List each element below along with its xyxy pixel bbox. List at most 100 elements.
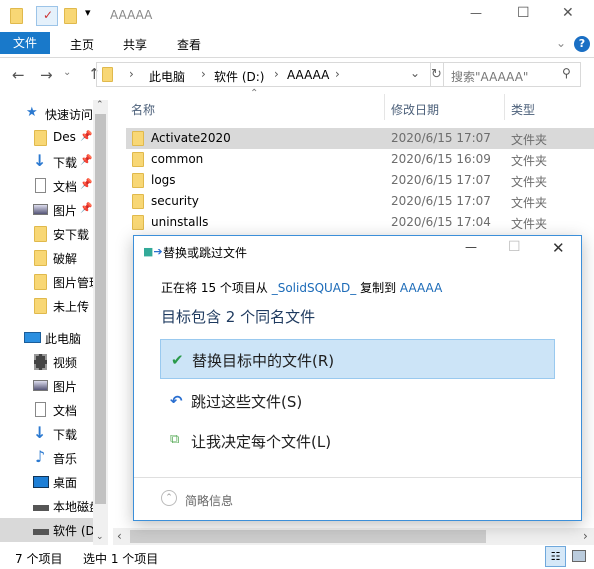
minimize-button[interactable]: — xyxy=(470,6,482,20)
nav-quick-item[interactable]: 安下载 xyxy=(0,222,93,246)
copy-description: 正在将 15 个项目从 _SolidSQUAD_ 复制到 AAAAA xyxy=(161,279,442,296)
nav-pc-item[interactable]: 文档 xyxy=(0,398,93,422)
dialog-close-button[interactable]: ✕ xyxy=(552,239,565,257)
pin-icon[interactable]: 📌 xyxy=(80,155,92,166)
column-date[interactable]: 修改日期 xyxy=(391,101,439,118)
folder-icon xyxy=(102,67,113,82)
pin-icon[interactable]: 📌 xyxy=(80,203,92,214)
nav-quick-item[interactable]: ↓ 下载 📌 xyxy=(0,150,93,174)
nav-quick-item[interactable]: 未上传 xyxy=(0,294,93,318)
copy-prefix: 正在将 15 个项目从 xyxy=(161,281,272,295)
folder-icon xyxy=(132,215,144,230)
source-link[interactable]: _SolidSQUAD_ xyxy=(272,281,357,295)
folder-icon xyxy=(132,131,144,146)
nav-quick-item[interactable]: 图片管理 xyxy=(0,270,93,294)
decide-each-option[interactable]: ⧉ 让我决定每个文件(L) xyxy=(160,421,555,461)
music-icon: ♪ xyxy=(35,447,46,466)
folder-icon xyxy=(34,250,47,266)
large-icons-view-button[interactable] xyxy=(572,550,586,562)
desktop-icon xyxy=(33,476,49,488)
nav-scrollbar[interactable]: ⌃ ⌄ xyxy=(93,100,108,545)
address-bar[interactable]: › 此电脑 › 软件 (D:) › AAAAA › ⌄ xyxy=(96,62,431,87)
file-row[interactable]: logs 2020/6/15 17:07 文件夹 xyxy=(126,170,594,191)
dialog-minimize-button[interactable]: — xyxy=(465,240,477,254)
file-row[interactable]: uninstalls 2020/6/15 17:04 文件夹 xyxy=(126,212,594,233)
close-button[interactable]: ✕ xyxy=(562,5,574,21)
search-input[interactable]: 搜索"AAAAA" ⚲ xyxy=(443,62,581,87)
window-title: AAAAA xyxy=(110,8,153,22)
nav-quick-item[interactable]: 图片 📌 xyxy=(0,198,93,222)
folder-icon xyxy=(34,298,47,314)
file-row[interactable]: Activate2020 2020/6/15 17:07 文件夹 xyxy=(126,128,594,149)
nav-quick-item[interactable]: 破解 xyxy=(0,246,93,270)
fewer-details-button[interactable]: 简略信息 xyxy=(185,492,233,509)
folder-icon xyxy=(132,152,144,167)
conflict-heading: 目标包含 2 个同名文件 xyxy=(161,308,316,326)
breadcrumb-this-pc[interactable]: 此电脑 xyxy=(149,68,185,85)
back-button[interactable]: ← xyxy=(12,66,25,84)
checkmark-icon: ✔ xyxy=(171,351,184,369)
details-view-button[interactable]: ☷ xyxy=(545,546,566,567)
dialog-maximize-button: ☐ xyxy=(508,239,521,255)
nav-quick-access[interactable]: ★ 快速访问 xyxy=(0,102,93,126)
dest-link[interactable]: AAAAA xyxy=(400,281,442,295)
maximize-button[interactable]: ☐ xyxy=(517,5,530,21)
collapse-icon[interactable]: ⌃ xyxy=(161,490,177,506)
pin-icon[interactable]: 📌 xyxy=(80,131,92,142)
refresh-button[interactable]: ↻ xyxy=(430,62,444,87)
forward-button[interactable]: → xyxy=(40,66,53,84)
breadcrumb-drive-d[interactable]: 软件 (D:) xyxy=(214,68,264,85)
column-name[interactable]: 名称 xyxy=(131,101,155,118)
divider xyxy=(134,477,581,478)
properties-button[interactable]: ✓ xyxy=(36,6,58,26)
help-icon[interactable]: ? xyxy=(574,36,590,52)
tab-home[interactable]: 主页 xyxy=(70,36,94,53)
address-dropdown-icon[interactable]: ⌄ xyxy=(410,66,420,80)
folder-icon xyxy=(132,194,144,209)
scrollbar-thumb[interactable] xyxy=(95,114,106,504)
copy-mid: 复制到 xyxy=(356,281,400,295)
nav-pc-item[interactable]: 本地磁盘 xyxy=(0,494,93,518)
skip-arrow-icon: ↶ xyxy=(170,392,183,410)
breadcrumb-aaaaa[interactable]: AAAAA xyxy=(287,68,329,82)
nav-pc-item[interactable]: 视频 xyxy=(0,350,93,374)
search-placeholder: 搜索"AAAAA" xyxy=(451,70,529,84)
qat-dropdown-icon[interactable]: ▾ xyxy=(85,6,91,19)
horizontal-scrollbar[interactable]: ‹ › xyxy=(113,528,594,545)
divider xyxy=(384,94,385,120)
star-icon: ★ xyxy=(26,105,38,120)
new-folder-button[interactable] xyxy=(64,8,77,24)
divider xyxy=(504,94,505,120)
search-icon: ⚲ xyxy=(562,66,571,80)
nav-this-pc[interactable]: 此电脑 xyxy=(0,326,93,350)
file-row[interactable]: common 2020/6/15 16:09 文件夹 xyxy=(126,149,594,170)
tab-view[interactable]: 查看 xyxy=(177,36,201,53)
compare-files-icon: ⧉ xyxy=(170,432,180,447)
nav-quick-item[interactable]: Des 📌 xyxy=(0,126,93,150)
checklist-icon: ✓ xyxy=(43,8,54,22)
tab-share[interactable]: 共享 xyxy=(123,36,147,53)
folder-icon xyxy=(34,130,47,146)
monitor-icon xyxy=(24,332,41,343)
pin-icon[interactable]: 📌 xyxy=(80,179,92,190)
folder-icon xyxy=(34,226,47,242)
nav-pc-item[interactable]: 软件 (D:) xyxy=(0,518,93,542)
nav-pc-item[interactable]: 桌面 xyxy=(0,470,93,494)
tab-file[interactable]: 文件 xyxy=(0,32,50,54)
file-row[interactable]: security 2020/6/15 17:07 文件夹 xyxy=(126,191,594,212)
skip-option[interactable]: ↶ 跳过这些文件(S) xyxy=(160,381,555,421)
scrollbar-thumb[interactable] xyxy=(130,530,486,543)
nav-pc-item[interactable]: 图片 xyxy=(0,374,93,398)
recent-dropdown-icon[interactable]: ⌄ xyxy=(63,67,71,78)
download-icon: ↓ xyxy=(33,423,47,442)
nav-quick-item[interactable]: 文档 📌 xyxy=(0,174,93,198)
nav-pc-item[interactable]: ↓ 下载 xyxy=(0,422,93,446)
nav-pc-item[interactable]: ♪ 音乐 xyxy=(0,446,93,470)
document-icon xyxy=(35,402,46,417)
status-item-count: 7 个项目 xyxy=(15,552,63,566)
move-files-icon: ■➔ xyxy=(143,245,163,258)
column-type[interactable]: 类型 xyxy=(511,101,535,118)
folder-icon xyxy=(132,173,144,188)
ribbon-expand-icon[interactable]: ⌄ xyxy=(556,36,566,50)
replace-option[interactable]: ✔ 替换目标中的文件(R) xyxy=(160,339,555,379)
